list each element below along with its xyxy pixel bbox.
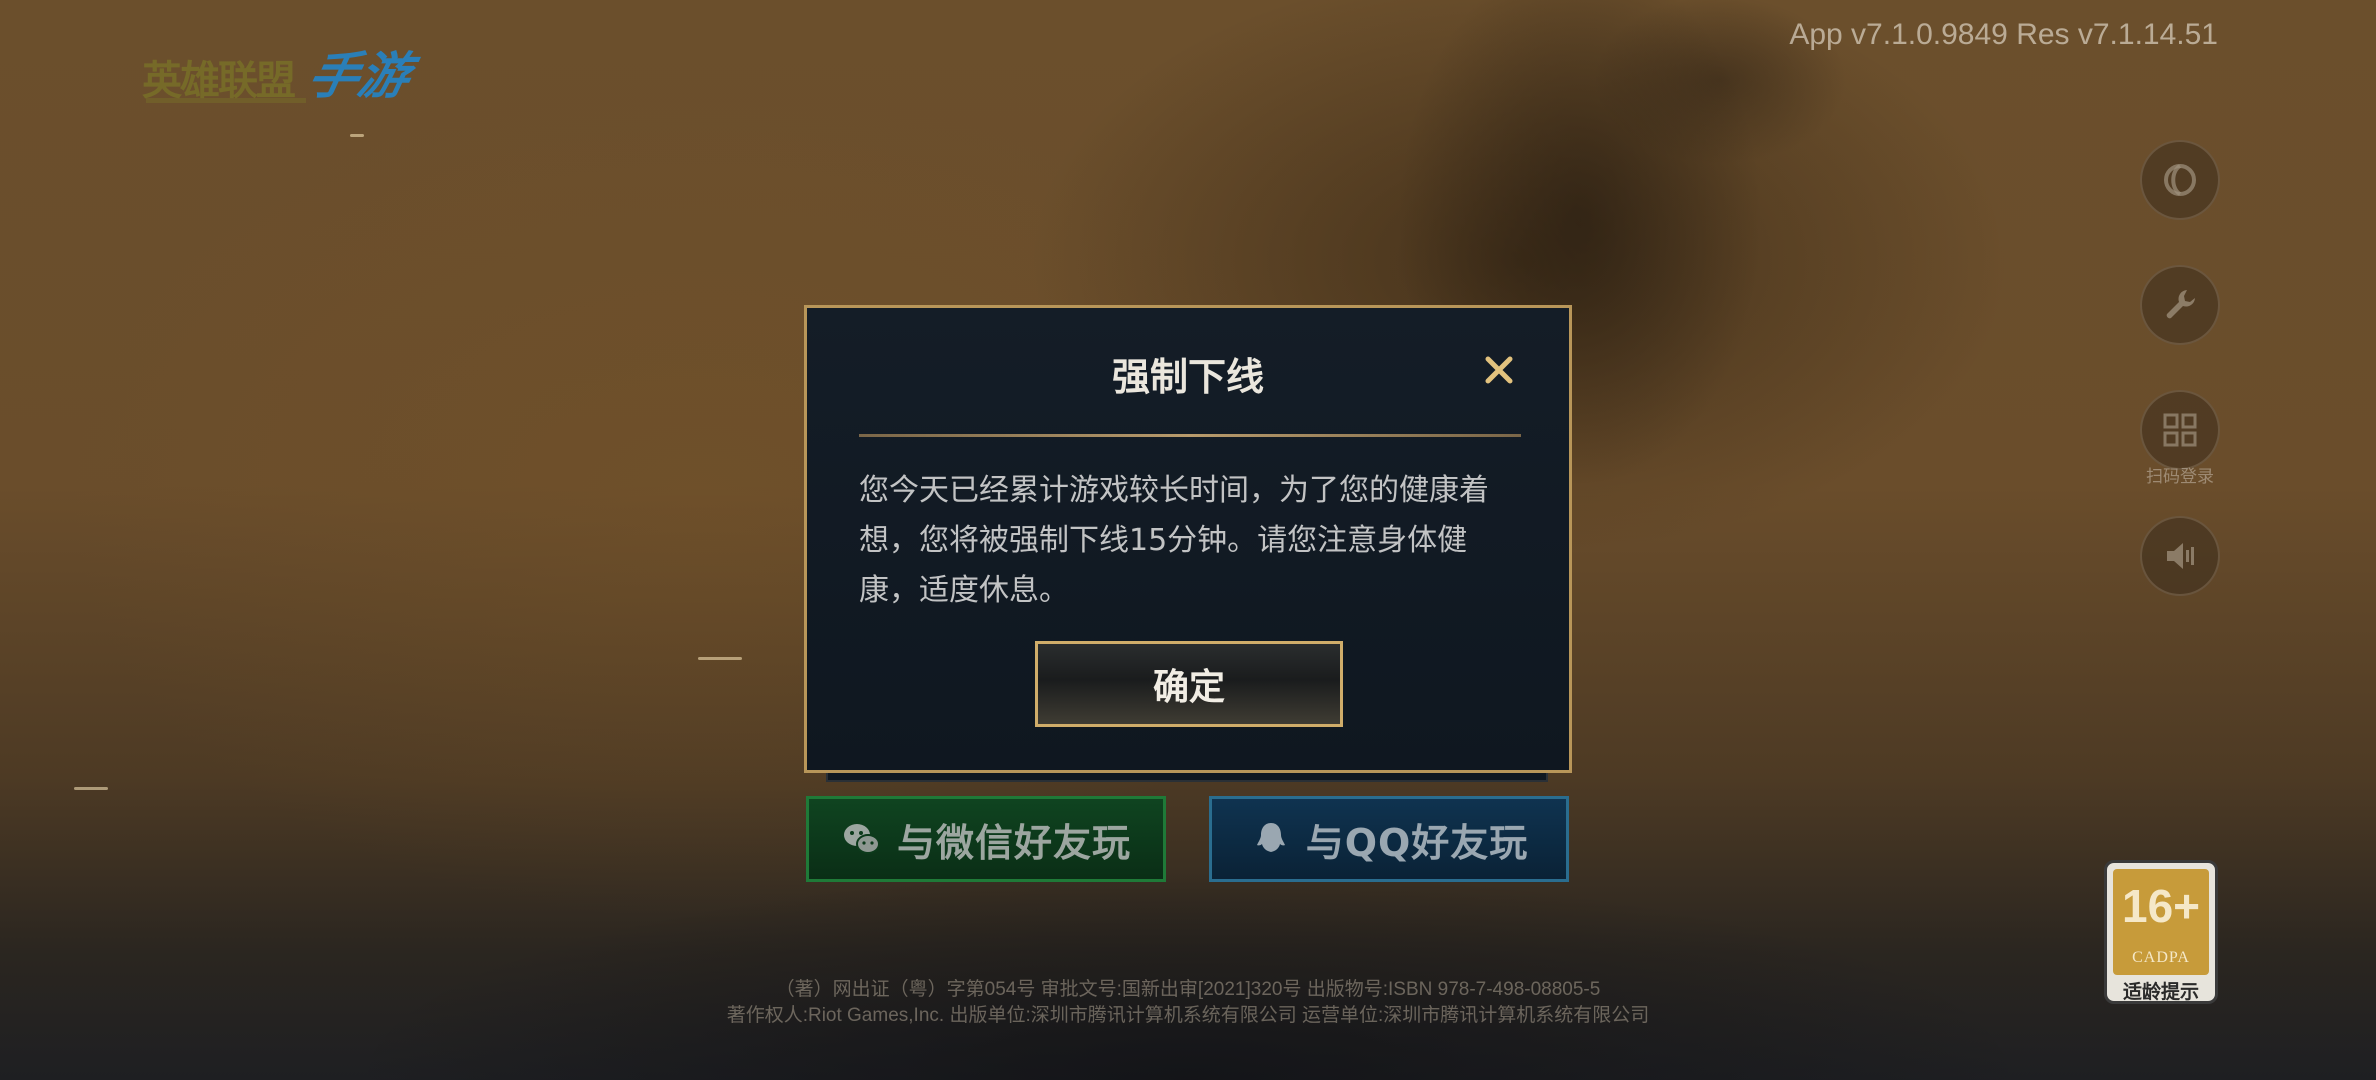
wechat-login-button[interactable]: 与微信好友玩 [806, 796, 1166, 882]
forced-logout-dialog: 强制下线 您今天已经累计游戏较长时间，为了您的健康着想，您将被强制下线15分钟。… [804, 305, 1572, 773]
qr-login-button[interactable] [2140, 390, 2220, 470]
qq-icon [1256, 823, 1285, 852]
scout-button[interactable] [2140, 140, 2220, 220]
wechat-login-label: 与微信好友玩 [896, 820, 1131, 865]
age-rating-panel: 16+ CADPA [2113, 869, 2209, 975]
footer-copyright-line: 著作权人:Riot Games,Inc. 出版单位:深圳市腾讯计算机系统有限公司… [726, 1005, 1650, 1026]
dialog-title: 强制下线 [1111, 355, 1264, 399]
age-rating-label: 适龄提示 [2122, 981, 2199, 1003]
confirm-button[interactable]: 确定 [1035, 641, 1343, 727]
background-spark [74, 787, 108, 790]
repair-button[interactable] [2140, 265, 2220, 345]
background-spark [350, 134, 364, 137]
qr-login-caption: 扫码登录 [2146, 467, 2214, 487]
scout-icon [2164, 164, 2196, 196]
logo-subline [146, 98, 306, 103]
confirm-button-label: 确定 [1152, 667, 1225, 708]
qr-code-icon [2163, 413, 2197, 447]
volume-icon [2167, 543, 2194, 569]
sound-button[interactable] [2140, 516, 2220, 596]
qq-login-button[interactable]: 与QQ好友玩 [1209, 796, 1569, 882]
qq-login-label: 与QQ好友玩 [1305, 820, 1529, 865]
wrench-icon [2166, 290, 2195, 319]
dialog-message: 您今天已经累计游戏较长时间，为了您的健康着想，您将被强制下线15分钟。请您注意身… [859, 473, 1489, 608]
background-spark [698, 657, 742, 660]
logo-script: 手游 [302, 46, 416, 105]
footer-license-line: （著）网出证（粤）字第054号 审批文号:国新出审[2021]320号 出版物号… [775, 979, 1601, 1000]
version-text: App v7.1.0.9849 Res v7.1.14.51 [1789, 18, 2218, 51]
dialog-close-button[interactable] [1477, 348, 1521, 392]
age-rating-number: 16+ [2121, 880, 2201, 932]
age-rating-org: CADPA [2132, 949, 2190, 966]
close-icon [1485, 356, 1513, 384]
age-rating-badge[interactable]: 16+ CADPA 适龄提示 [2104, 860, 2218, 1004]
wechat-icon [843, 824, 880, 854]
game-logo: 英雄联盟 手游 [142, 36, 416, 108]
dialog-divider [859, 434, 1521, 437]
